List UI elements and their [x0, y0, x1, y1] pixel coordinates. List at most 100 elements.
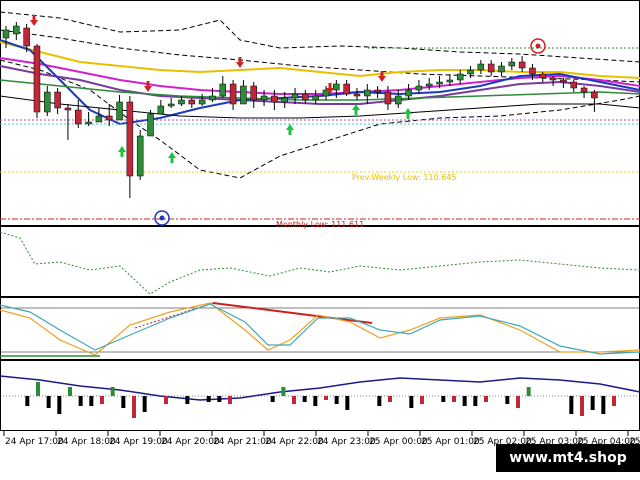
- ma-yellow: [0, 41, 640, 79]
- candle-body: [405, 89, 412, 97]
- candle-body: [209, 95, 216, 101]
- candle-body: [95, 115, 103, 123]
- histogram-bar: [25, 396, 30, 406]
- target-dot-icon: [159, 215, 165, 221]
- candle-body: [178, 99, 185, 105]
- x-tick-label: 24 Apr 17:00: [5, 437, 64, 447]
- candle-body: [384, 91, 392, 105]
- candle-body: [364, 89, 371, 97]
- candle-body: [580, 87, 588, 93]
- candle-body: [302, 93, 309, 101]
- indicator-panel-frame: [0, 226, 640, 297]
- trading-chart: Prev.Weekly Low: 110.645 Monthly Low: 11…: [0, 0, 640, 447]
- candle-body: [508, 61, 516, 67]
- candle-body: [54, 91, 61, 109]
- candle-body: [498, 65, 505, 73]
- candle-body: [529, 67, 536, 75]
- candle-body: [333, 83, 340, 91]
- histogram-bar: [377, 396, 382, 406]
- candle-body: [570, 81, 577, 89]
- target-dot-icon: [535, 43, 541, 49]
- histogram-bar: [292, 396, 296, 404]
- candle-body: [2, 29, 10, 39]
- histogram-bar: [452, 396, 456, 402]
- candle-body: [75, 109, 82, 125]
- candle-body: [477, 63, 485, 71]
- candle-body: [446, 79, 454, 83]
- x-tick-label: 24 Apr 18:00: [57, 437, 116, 447]
- histogram-bar: [206, 396, 211, 402]
- x-tick-label: 24 Apr 23:00: [317, 437, 376, 447]
- histogram-bar: [89, 396, 94, 406]
- candle-body: [250, 85, 257, 101]
- candle-body: [415, 85, 423, 91]
- buy-arrow-icon: [352, 104, 360, 115]
- candle-body: [395, 95, 402, 105]
- sell-arrow-icon: [236, 57, 244, 68]
- histogram-bar: [462, 396, 467, 406]
- candle-body: [198, 99, 206, 105]
- stochastic-panel-frame: [0, 297, 640, 360]
- x-tick-label: 24 Apr 21:00: [213, 437, 272, 447]
- candle-body: [147, 113, 154, 137]
- candle-body: [436, 81, 443, 85]
- candle-body: [456, 73, 464, 81]
- candle-body: [312, 95, 319, 101]
- candle-body: [85, 121, 92, 125]
- histogram-bar: [110, 387, 115, 396]
- histogram-bar: [580, 396, 584, 416]
- x-tick-label: 24 Apr 22:00: [265, 437, 324, 447]
- histogram-bar: [313, 396, 318, 406]
- prev-weekly-low-label: Prev.Weekly Low: 110.645: [352, 173, 456, 182]
- candle-body: [44, 91, 51, 113]
- candle-body: [560, 79, 567, 83]
- buy-arrow-icon: [404, 108, 412, 119]
- candle-body: [23, 27, 30, 47]
- candle-body: [229, 83, 237, 105]
- candle-body: [219, 83, 227, 97]
- histogram-bar: [217, 396, 222, 402]
- histogram-bar: [324, 396, 328, 400]
- histogram-bar: [420, 396, 424, 404]
- histogram-bar: [228, 396, 232, 404]
- candle-body: [549, 77, 557, 81]
- stoch-d-line: [0, 303, 640, 355]
- histogram-bar: [132, 396, 136, 418]
- sell-arrow-icon: [30, 15, 38, 26]
- candle-body: [271, 95, 278, 103]
- stochastic-layer: [0, 302, 640, 356]
- candle-body: [167, 103, 175, 107]
- histogram-bar: [484, 396, 488, 402]
- candle-body: [425, 83, 433, 87]
- candle-body: [105, 115, 113, 121]
- histogram-bar: [57, 396, 62, 414]
- candle-body: [157, 105, 165, 115]
- buy-arrow-icon: [118, 146, 126, 157]
- histogram-bar: [121, 396, 126, 408]
- histogram-bar: [441, 396, 446, 402]
- candle-body: [539, 73, 547, 79]
- histogram-bar: [78, 396, 83, 406]
- x-tick-label: 24 Apr 20:00: [161, 437, 220, 447]
- candle-body: [353, 93, 361, 97]
- histogram-bar: [388, 396, 392, 402]
- histogram-bar: [281, 387, 286, 396]
- candle-body: [13, 25, 20, 35]
- histogram-panel-frame: [0, 360, 640, 431]
- histogram-bar: [68, 387, 72, 396]
- histogram-bar: [601, 396, 606, 414]
- histogram-bar: [46, 396, 51, 408]
- stoch-red-divergence: [212, 302, 373, 324]
- candle-body: [467, 69, 474, 75]
- candle-body: [591, 91, 598, 99]
- candle-body: [260, 95, 268, 101]
- histogram-bar: [302, 396, 307, 402]
- histogram-bar: [526, 387, 531, 396]
- monthly-low-label: Monthly Low: 111.611: [276, 220, 364, 229]
- histogram-bar: [345, 396, 350, 410]
- histogram-bar: [505, 396, 510, 404]
- histogram-bar: [164, 396, 168, 404]
- x-tick-label: 24 Apr 19:00: [109, 437, 168, 447]
- histogram-bar: [569, 396, 574, 414]
- histogram-bar: [590, 396, 595, 410]
